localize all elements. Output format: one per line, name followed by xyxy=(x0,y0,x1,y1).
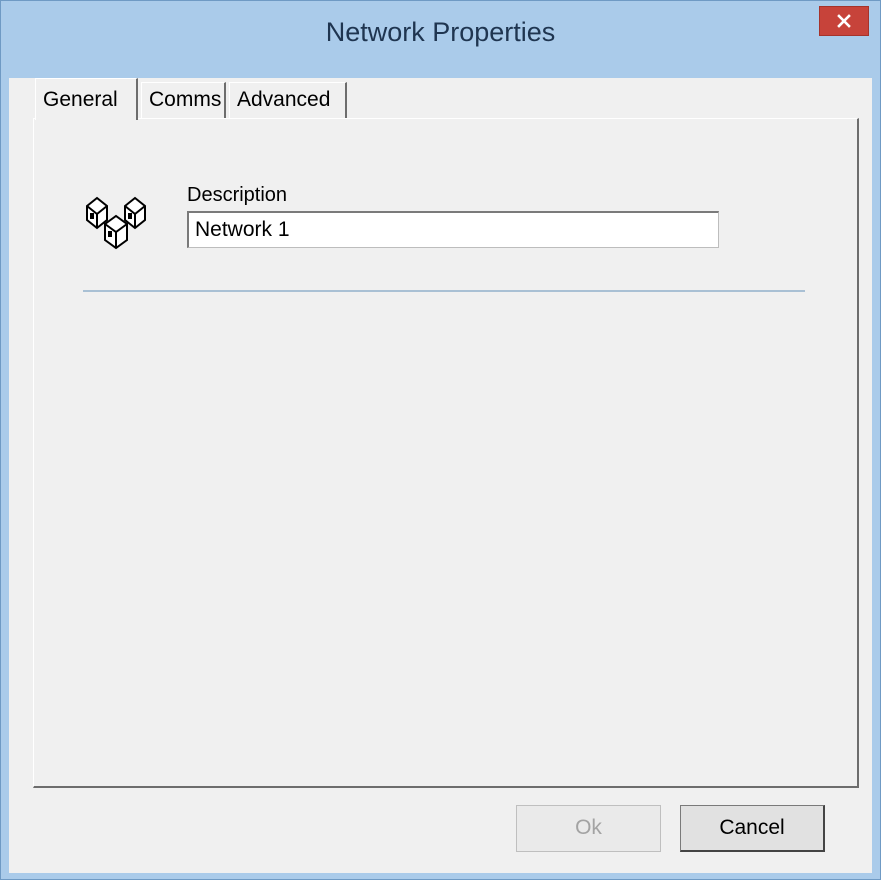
network-nodes-icon xyxy=(86,196,146,250)
window-title: Network Properties xyxy=(325,17,556,47)
ok-button[interactable]: Ok xyxy=(516,805,661,852)
close-button[interactable] xyxy=(819,6,869,36)
title-bar[interactable]: Network Properties xyxy=(1,1,880,78)
description-label: Description xyxy=(187,184,288,206)
separator-line xyxy=(83,290,805,292)
close-icon xyxy=(837,14,851,28)
description-input[interactable] xyxy=(187,211,719,248)
tab-comms[interactable]: Comms xyxy=(141,82,226,118)
tab-general[interactable]: General xyxy=(35,78,138,120)
tab-panel-general: Description xyxy=(33,118,859,788)
cancel-button[interactable]: Cancel xyxy=(680,805,825,852)
dialog-client-area: General Comms Advanced Description Netwo… xyxy=(9,78,872,873)
tab-advanced[interactable]: Advanced xyxy=(229,82,347,118)
dialog-window: Network Properties General Comms Advance… xyxy=(0,0,881,880)
